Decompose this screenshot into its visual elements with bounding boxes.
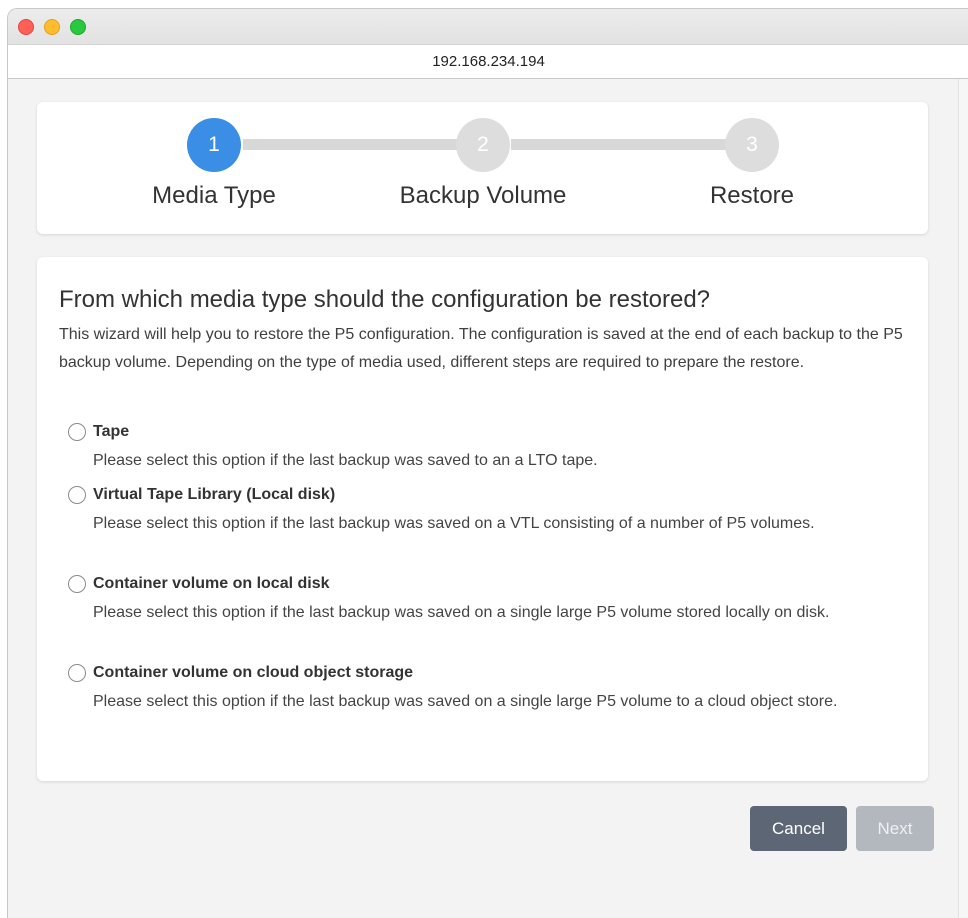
step-connector-1: [243, 139, 459, 150]
maximize-window-button[interactable]: [70, 19, 86, 35]
close-window-button[interactable]: [18, 19, 34, 35]
option-vtl-title: Virtual Tape Library (Local disk): [93, 486, 336, 503]
minimize-window-button[interactable]: [44, 19, 60, 35]
option-container-local-radio[interactable]: [68, 575, 86, 593]
step-2-circle: 2: [456, 118, 510, 172]
cancel-button[interactable]: Cancel: [750, 806, 847, 851]
scrollbar-track[interactable]: [958, 79, 968, 918]
address-bar[interactable]: 192.168.234.194: [8, 44, 968, 79]
next-button[interactable]: Next: [856, 806, 934, 851]
step-1-label: Media Type: [152, 182, 276, 209]
address-text: 192.168.234.194: [432, 53, 545, 70]
media-type-panel: From which media type should the configu…: [37, 257, 928, 781]
title-bar: [8, 9, 968, 44]
page-content: 1 2 3 Media Type Backup Volume Restore F…: [8, 79, 968, 918]
step-3-circle: 3: [725, 118, 779, 172]
step-2-number: 2: [477, 133, 489, 156]
wizard-stepper: 1 2 3 Media Type Backup Volume Restore: [37, 102, 928, 234]
intro-text: This wizard will help you to restore the…: [59, 326, 903, 371]
option-container-cloud-description: Please select this option if the last ba…: [93, 693, 838, 710]
step-2-label: Backup Volume: [399, 182, 567, 209]
option-container-cloud-title: Container volume on cloud object storage: [93, 664, 414, 681]
page-title: From which media type should the configu…: [59, 286, 711, 313]
step-connector-2: [511, 139, 727, 150]
option-vtl-description: Please select this option if the last ba…: [93, 515, 815, 532]
option-tape-radio[interactable]: [68, 423, 86, 441]
option-tape-title: Tape: [93, 423, 130, 440]
step-1-number: 1: [208, 133, 220, 156]
browser-window: 192.168.234.194 1 2 3 Media Type Backup …: [7, 8, 968, 918]
option-vtl-radio[interactable]: [68, 486, 86, 504]
option-container-local-description: Please select this option if the last ba…: [93, 604, 830, 621]
option-tape-description: Please select this option if the last ba…: [93, 452, 598, 469]
step-3-number: 3: [746, 133, 758, 156]
option-container-cloud-radio[interactable]: [68, 664, 86, 682]
step-3-label: Restore: [709, 182, 795, 209]
option-container-local-title: Container volume on local disk: [93, 575, 330, 592]
step-1-circle: 1: [187, 118, 241, 172]
